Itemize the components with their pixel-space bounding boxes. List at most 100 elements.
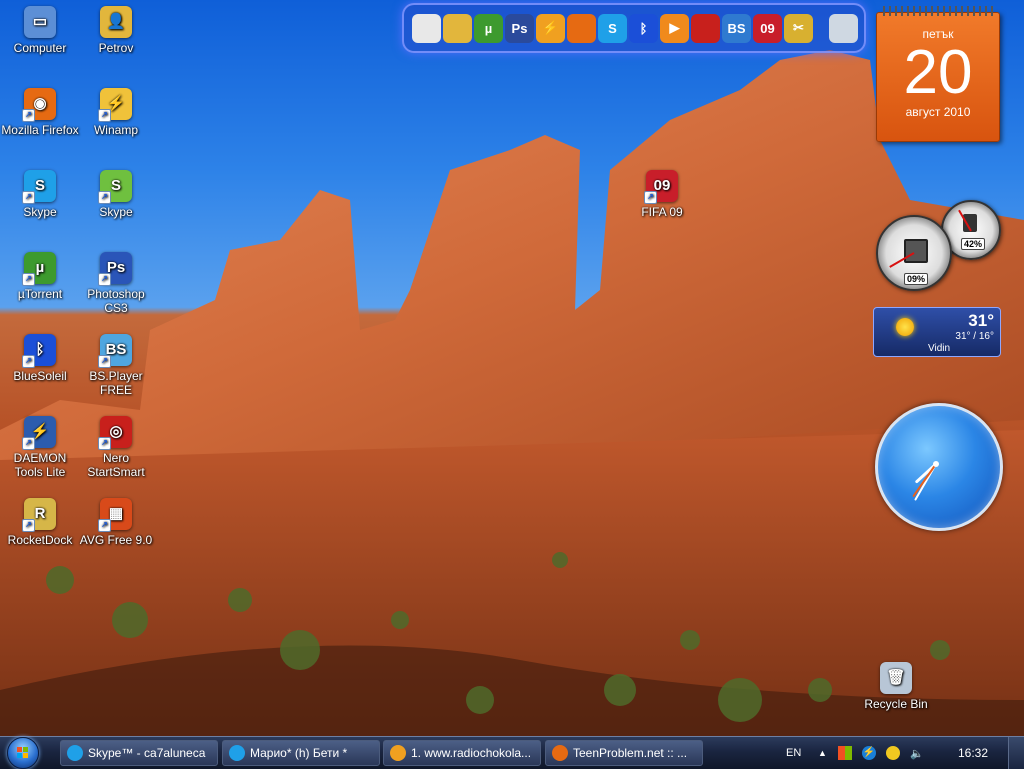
dock-winamp-icon[interactable]: ⚡ xyxy=(536,13,565,43)
recycle-bin-icon: 🗑 xyxy=(880,662,912,694)
utorrent-icon: µ ↗ xyxy=(22,252,56,286)
desktop-icon-14[interactable]: ▦ ↗ AVG Free 9.0 xyxy=(76,498,156,547)
cpu-percent: 09% xyxy=(904,273,929,285)
dock-firefox-icon[interactable] xyxy=(567,13,596,43)
bluetooth-icon: ᛒ ↗ xyxy=(22,334,56,368)
sunny-icon xyxy=(896,318,914,336)
shortcut-arrow-icon: ↗ xyxy=(644,191,657,204)
fifa-icon: 09 ↗ xyxy=(644,170,678,204)
dock-media-player-icon[interactable]: ▶ xyxy=(660,13,689,43)
show-hidden-icons-icon[interactable]: ▲ xyxy=(818,737,827,769)
weather-city: Vidin xyxy=(928,343,951,354)
shortcut-arrow-icon: ↗ xyxy=(22,273,35,286)
weather-temperature: 31° xyxy=(968,311,994,330)
rocketdock-icon: R ↗ xyxy=(22,498,56,532)
dock-skype-icon[interactable]: S xyxy=(598,13,627,43)
daemon-tools-icon: ⚡ ↗ xyxy=(22,416,56,450)
calendar-month-year: август 2010 xyxy=(905,105,971,119)
shortcut-arrow-icon: ↗ xyxy=(98,191,111,204)
desktop-icon-10[interactable]: BS ↗ BS.Player FREE xyxy=(76,334,156,397)
desktop-icon-16[interactable]: 🗑 Recycle Bin xyxy=(856,662,936,711)
dock-utorrent-icon[interactable]: µ xyxy=(474,13,503,43)
desktop-icon-12[interactable]: ◎ ↗ Nero StartSmart xyxy=(76,416,156,479)
dock-fifa-icon[interactable]: 09 xyxy=(753,13,782,43)
shortcut-arrow-icon: ↗ xyxy=(98,437,111,450)
desktop-icon-label: Nero StartSmart xyxy=(87,451,145,479)
desktop-icon-label: Recycle Bin xyxy=(864,697,928,711)
shortcut-arrow-icon: ↗ xyxy=(22,437,35,450)
dock-notepad-icon[interactable] xyxy=(412,13,441,43)
skype-icon xyxy=(229,745,245,761)
weather-gadget[interactable]: 31° 31° / 16° Vidin xyxy=(873,307,1001,357)
bsplayer-icon: BS ↗ xyxy=(98,334,132,368)
desktop-icon-5[interactable]: S ↗ Skype xyxy=(0,170,80,219)
dock-nero-icon[interactable] xyxy=(691,13,720,43)
calendar-rings xyxy=(883,6,993,16)
dock-photoshop-icon[interactable]: Ps xyxy=(505,13,534,43)
computer-icon: ▭ xyxy=(24,6,56,38)
windows-logo-icon xyxy=(7,737,39,769)
dock-tools-icon[interactable]: ✂ xyxy=(784,13,813,43)
taskbar-button-2[interactable]: Марио* (h) Бети * xyxy=(222,740,380,766)
winamp-icon: ⚡ ↗ xyxy=(98,88,132,122)
shortcut-arrow-icon: ↗ xyxy=(22,355,35,368)
clock-gadget[interactable] xyxy=(875,403,1003,531)
desktop-icon-label: BlueSoleil xyxy=(13,369,67,383)
taskbar-button-label: Марио* (h) Бети * xyxy=(250,746,348,760)
desktop-icon-13[interactable]: R ↗ RocketDock xyxy=(0,498,80,547)
calendar-gadget[interactable]: петък 20 август 2010 xyxy=(876,6,1000,142)
desktop-icon-label: DAEMON Tools Lite xyxy=(13,451,67,479)
windows-flag-icon[interactable] xyxy=(838,737,852,769)
firefox-icon xyxy=(552,745,568,761)
desktop-icon-label: Photoshop CS3 xyxy=(87,287,145,315)
dock-user-folder-icon[interactable] xyxy=(443,13,472,43)
desktop-icon-4[interactable]: ⚡ ↗ Winamp xyxy=(76,88,156,137)
desktop-icon-11[interactable]: ⚡ ↗ DAEMON Tools Lite xyxy=(0,416,80,479)
desktop-icon-1[interactable]: ▭ Computer xyxy=(0,6,80,55)
memory-percent: 42% xyxy=(961,238,986,250)
desktop-icon-8[interactable]: Ps ↗ Photoshop CS3 xyxy=(76,252,156,315)
clock-time[interactable]: 16:32 xyxy=(958,737,988,769)
taskbar-button-4[interactable]: TeenProblem.net :: ... xyxy=(545,740,703,766)
desktop-icon-3[interactable]: ◉ ↗ Mozilla Firefox xyxy=(0,88,80,137)
desktop-icon-label: Computer xyxy=(13,41,67,55)
desktop-icon-label: Skype xyxy=(99,205,133,219)
taskbar-button-1[interactable]: Skype™ - ca7aluneca xyxy=(60,740,218,766)
desktop-icon-2[interactable]: 👤 Petrov xyxy=(76,6,156,55)
shortcut-arrow-icon: ↗ xyxy=(22,191,35,204)
shortcut-arrow-icon: ↗ xyxy=(98,273,111,286)
rocketdock-bar: µ Ps ⚡ S ᛒ ▶ BS 09 ✂ xyxy=(402,3,866,53)
shortcut-arrow-icon: ↗ xyxy=(22,519,35,532)
shortcut-arrow-icon: ↗ xyxy=(98,519,111,532)
desktop-icon-label: Mozilla Firefox xyxy=(1,123,79,137)
show-desktop-button[interactable] xyxy=(1008,737,1024,769)
volume-icon[interactable]: 🔈 xyxy=(910,737,924,769)
dock-bsplayer-icon[interactable]: BS xyxy=(722,13,751,43)
taskbar-button-3[interactable]: 1. www.radiochokola... xyxy=(383,740,541,766)
skype-tray-icon[interactable] xyxy=(886,737,900,769)
start-button[interactable] xyxy=(3,737,43,769)
desktop-icon-label: Skype xyxy=(23,205,57,219)
weather-range: 31° / 16° xyxy=(955,331,994,342)
dock-recycle-bin-icon[interactable] xyxy=(829,13,858,43)
avg-icon: ▦ ↗ xyxy=(98,498,132,532)
desktop-icon-label: RocketDock xyxy=(7,533,73,547)
cpu-meter: 09% xyxy=(876,215,952,291)
shortcut-arrow-icon: ↗ xyxy=(22,109,35,122)
firefox-icon: ◉ ↗ xyxy=(22,88,56,122)
desktop-icon-label: Winamp xyxy=(93,123,138,137)
clock-face xyxy=(912,461,939,501)
language-indicator[interactable]: EN xyxy=(786,737,801,769)
nero-icon: ◎ ↗ xyxy=(98,416,132,450)
skype-icon xyxy=(67,745,83,761)
winamp-tray-icon[interactable]: ⚡ xyxy=(862,737,876,769)
cpu-chip-icon xyxy=(904,239,928,263)
desktop-icon-label: µTorrent xyxy=(17,287,63,301)
user-folder-icon: 👤 xyxy=(100,6,132,38)
desktop-icon-6[interactable]: S ↗ Skype xyxy=(76,170,156,219)
desktop-icon-9[interactable]: ᛒ ↗ BlueSoleil xyxy=(0,334,80,383)
desktop-icon-7[interactable]: µ ↗ µTorrent xyxy=(0,252,80,301)
desktop-icon-15[interactable]: 09 ↗ FIFA 09 xyxy=(622,170,702,219)
dock-bluetooth-icon[interactable]: ᛒ xyxy=(629,13,658,43)
winamp-icon xyxy=(390,745,406,761)
